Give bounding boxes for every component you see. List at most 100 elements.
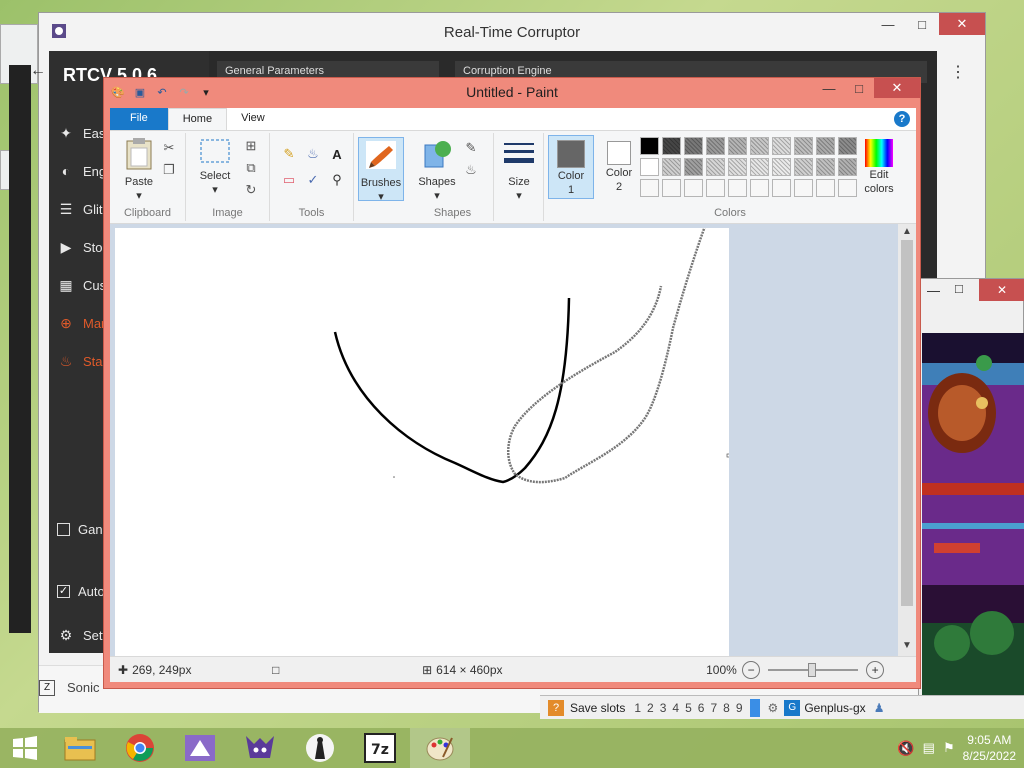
save-slot-7[interactable]: 7 xyxy=(710,701,717,715)
brushes-button[interactable]: Brushes ▾ xyxy=(358,137,404,203)
size-button[interactable]: Size ▾ xyxy=(496,137,542,202)
custom-color-slot[interactable] xyxy=(684,179,703,197)
paint-maximize-button[interactable]: □ xyxy=(844,78,874,98)
back-arrow-icon[interactable]: ← xyxy=(30,62,46,80)
palette-swatch[interactable] xyxy=(662,158,681,176)
zoom-slider-thumb[interactable] xyxy=(808,662,817,677)
taskbar-app-triangle[interactable] xyxy=(170,728,230,768)
color-picker-icon[interactable]: ✓ xyxy=(304,171,322,189)
genplus-maximize-button[interactable]: □ xyxy=(955,281,963,296)
tab-home[interactable]: Home xyxy=(167,108,228,130)
paint-minimize-button[interactable]: — xyxy=(814,78,844,98)
fill-icon[interactable]: ♨ xyxy=(304,145,322,163)
palette-swatch[interactable] xyxy=(794,137,813,155)
game-screen[interactable] xyxy=(922,333,1024,695)
palette-swatch[interactable] xyxy=(772,158,791,176)
custom-color-slot[interactable] xyxy=(794,179,813,197)
custom-color-slot[interactable] xyxy=(838,179,857,197)
palette-swatch[interactable] xyxy=(728,137,747,155)
save-slot-6[interactable]: 6 xyxy=(698,701,705,715)
genplus-minimize-button[interactable]: — xyxy=(927,283,940,298)
palette-swatch[interactable] xyxy=(662,137,681,155)
save-slot-8[interactable]: 8 xyxy=(723,701,730,715)
rtcv-minimize-button[interactable]: — xyxy=(871,13,905,35)
drawing-canvas[interactable] xyxy=(115,225,731,656)
palette-swatch[interactable] xyxy=(816,137,835,155)
genplus-close-button[interactable]: ✕ xyxy=(979,279,1024,301)
rtcv-maximize-button[interactable]: □ xyxy=(905,13,939,35)
tab-file[interactable]: File xyxy=(110,108,168,130)
palette-swatch[interactable] xyxy=(750,137,769,155)
paint-close-button[interactable]: ✕ xyxy=(874,78,920,98)
scroll-up-icon[interactable]: ▲ xyxy=(902,226,912,237)
save-slot-2[interactable]: 2 xyxy=(647,701,654,715)
volume-muted-icon[interactable]: 🔇 xyxy=(897,740,914,757)
color1-button[interactable]: Color 1 xyxy=(548,135,594,199)
shape-fill-icon[interactable]: ♨ xyxy=(462,161,480,179)
paint-titlebar[interactable]: 🎨 ▣ ↶ ↷ ▾ Untitled - Paint — □ ✕ xyxy=(104,78,920,106)
outline-icon[interactable]: ✎ xyxy=(462,139,480,157)
rotate-icon[interactable]: ↻ xyxy=(242,181,260,199)
custom-color-slot[interactable] xyxy=(728,179,747,197)
palette-swatch[interactable] xyxy=(772,137,791,155)
palette-swatch[interactable] xyxy=(640,158,659,176)
palette-swatch[interactable] xyxy=(640,137,659,155)
customize-qat-icon[interactable]: ▾ xyxy=(198,84,214,100)
taskbar-paint[interactable] xyxy=(410,728,470,768)
edit-colors-button[interactable]: Edit colors xyxy=(856,135,902,199)
scroll-down-icon[interactable]: ▼ xyxy=(902,640,912,651)
scrollbar-thumb[interactable] xyxy=(901,240,913,606)
palette-swatch[interactable] xyxy=(838,158,857,176)
custom-color-slot[interactable] xyxy=(640,179,659,197)
palette-swatch[interactable] xyxy=(684,137,703,155)
game-checkbox[interactable] xyxy=(57,522,70,536)
pencil-icon[interactable]: ✎ xyxy=(280,145,298,163)
help-icon[interactable]: ? xyxy=(894,111,910,127)
palette-swatch[interactable] xyxy=(684,158,703,176)
rtcv-titlebar[interactable]: Real-Time Corruptor — □ ✕ xyxy=(39,13,985,51)
network-icon[interactable]: ▤ xyxy=(923,740,935,756)
undo-icon[interactable]: ↶ xyxy=(154,84,170,100)
custom-color-slot[interactable] xyxy=(772,179,791,197)
zoom-slider[interactable] xyxy=(768,661,859,679)
action-center-icon[interactable]: ⚑ xyxy=(943,740,955,756)
custom-color-slot[interactable] xyxy=(750,179,769,197)
text-icon[interactable]: A xyxy=(328,145,346,163)
vertical-scrollbar[interactable]: ▲ ▼ xyxy=(898,224,916,656)
save-icon[interactable]: ▣ xyxy=(132,84,148,100)
shapes-button[interactable]: Shapes ▾ xyxy=(414,137,460,202)
taskbar-chrome[interactable] xyxy=(110,728,170,768)
custom-color-slot[interactable] xyxy=(662,179,681,197)
palette-swatch[interactable] xyxy=(706,137,725,155)
palette-swatch[interactable] xyxy=(794,158,813,176)
redo-icon[interactable]: ↷ xyxy=(176,84,192,100)
magnifier-icon[interactable]: ⚲ xyxy=(328,171,346,189)
rtcv-close-button[interactable]: ✕ xyxy=(939,13,985,35)
palette-swatch[interactable] xyxy=(750,158,769,176)
zoom-out-button[interactable]: − xyxy=(742,660,761,679)
tab-view[interactable]: View xyxy=(227,108,279,130)
palette-swatch[interactable] xyxy=(728,158,747,176)
copy-icon[interactable]: ❐ xyxy=(160,161,178,179)
taskbar-rtcv[interactable] xyxy=(230,728,290,768)
taskbar-app-figure[interactable] xyxy=(290,728,350,768)
save-slot-9[interactable]: 9 xyxy=(736,701,743,715)
paste-button[interactable]: Paste ▾ xyxy=(116,137,162,202)
palette-swatch[interactable] xyxy=(706,158,725,176)
clock[interactable]: 9:05 AM 8/25/2022 xyxy=(963,732,1016,764)
save-slot-3[interactable]: 3 xyxy=(660,701,667,715)
save-slot-4[interactable]: 4 xyxy=(672,701,679,715)
taskbar-file-explorer[interactable] xyxy=(50,728,110,768)
save-slot-5[interactable]: 5 xyxy=(685,701,692,715)
custom-color-slot[interactable] xyxy=(706,179,725,197)
crop-icon[interactable]: ⊞ xyxy=(242,137,260,155)
palette-swatch[interactable] xyxy=(838,137,857,155)
zoom-in-button[interactable]: + xyxy=(866,660,885,679)
taskbar-7zip[interactable]: 7z xyxy=(350,728,410,768)
auto-checkbox[interactable]: ✓ xyxy=(57,584,70,598)
resize-icon[interactable]: ⧉ xyxy=(242,159,260,177)
more-options-icon[interactable]: ⋮ xyxy=(950,62,966,82)
eraser-icon[interactable]: ▭ xyxy=(280,171,298,189)
save-slot-1[interactable]: 1 xyxy=(634,701,641,715)
custom-color-slot[interactable] xyxy=(816,179,835,197)
